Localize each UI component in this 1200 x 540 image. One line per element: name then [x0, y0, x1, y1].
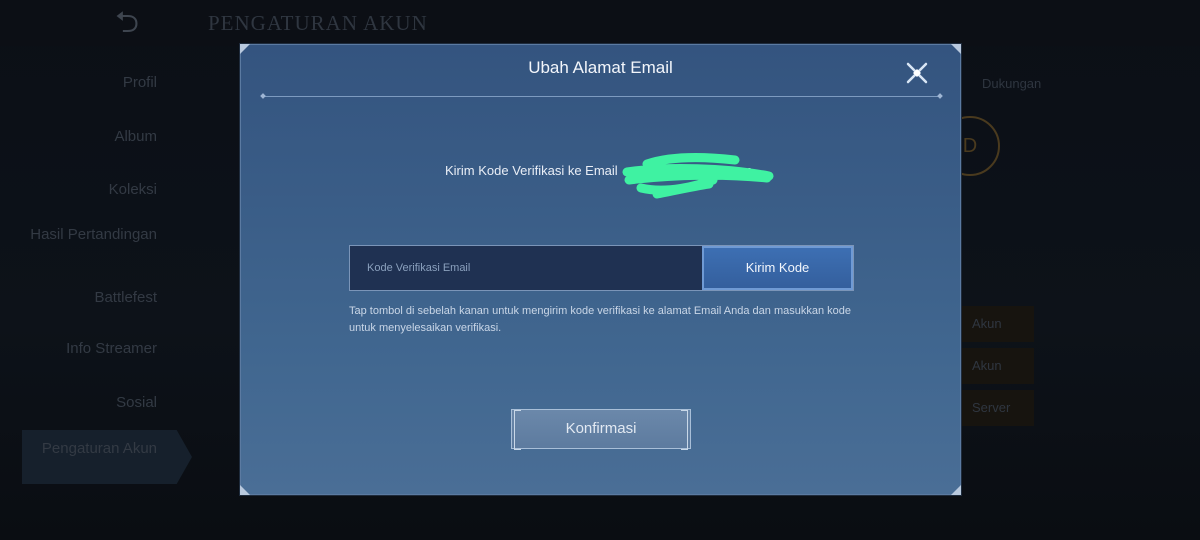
- corner-ornament: [951, 44, 961, 54]
- sidebar-item-profil[interactable]: Profil: [0, 74, 157, 92]
- verification-code-input[interactable]: [350, 246, 702, 290]
- title-divider: [263, 96, 940, 97]
- background-tab-label: Dukungan: [982, 76, 1042, 91]
- background-button-1: Akun: [950, 306, 1034, 342]
- verification-code-box: Kirim Kode: [349, 245, 854, 291]
- sidebar-item-album[interactable]: Album: [0, 128, 157, 146]
- verify-email-label: Kirim Kode Verifikasi ke Email: [445, 163, 618, 178]
- sidebar-item-pengaturan-akun[interactable]: Pengaturan Akun: [0, 440, 157, 458]
- change-email-dialog: Ubah Alamat Email Kirim Kode Verifikasi …: [240, 44, 961, 495]
- sidebar-item-sosial[interactable]: Sosial: [0, 394, 157, 412]
- background-button-3: Server: [950, 390, 1034, 426]
- dialog-title: Ubah Alamat Email: [528, 58, 673, 77]
- corner-ornament: [240, 485, 250, 495]
- background-top-bar: ⮌ PENGATURAN AKUN: [0, 0, 1200, 46]
- background-page-title: PENGATURAN AKUN: [208, 11, 428, 35]
- back-arrow-icon[interactable]: ⮌: [96, 6, 158, 40]
- instruction-text: Tap tombol di sebelah kanan untuk mengir…: [349, 305, 851, 334]
- verify-email-row: Kirim Kode Verifikasi ke Email .com: [241, 150, 960, 199]
- close-icon[interactable]: [899, 55, 935, 91]
- sidebar-item-info-streamer[interactable]: Info Streamer: [0, 340, 157, 358]
- send-code-button[interactable]: Kirim Kode: [702, 246, 853, 290]
- sidebar-item-hasil-pertandingan[interactable]: Hasil Pertandingan: [0, 226, 157, 244]
- sidebar-item-battlefest[interactable]: Battlefest: [0, 289, 157, 307]
- corner-ornament: [951, 485, 961, 495]
- background-button-2: Akun: [950, 348, 1034, 384]
- confirm-button[interactable]: Konfirmasi: [511, 409, 691, 450]
- sidebar-item-koleksi[interactable]: Koleksi: [0, 181, 157, 199]
- redaction-scribble: [622, 153, 774, 199]
- corner-ornament: [240, 44, 250, 54]
